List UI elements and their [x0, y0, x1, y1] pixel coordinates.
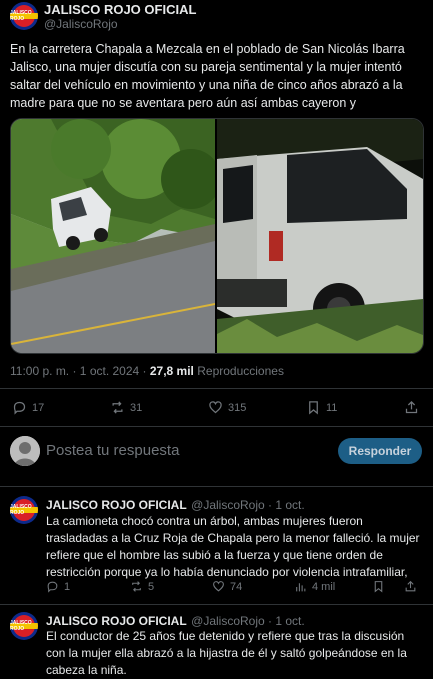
post-meta: 11:00 p. m. · 1 oct. 2024 · 27,8 mil Rep… — [10, 364, 284, 378]
reply-button[interactable]: 1 — [46, 580, 70, 593]
reply-author-handle[interactable]: @JaliscoRojo · 1 oct. — [191, 498, 305, 512]
views-count: 4 mil — [312, 580, 336, 593]
post-text: En la carretera Chapala a Mezcala en el … — [10, 42, 405, 110]
like-count: 74 — [230, 580, 243, 593]
reply-icon — [47, 581, 58, 593]
share-icon — [405, 580, 416, 592]
share-button[interactable] — [404, 400, 419, 415]
author-handle[interactable]: @JaliscoRojo — [44, 17, 118, 31]
reply-actions: 1 5 74 4 mil — [0, 580, 433, 596]
post-time[interactable]: 11:00 p. m. · 1 oct. 2024 · — [10, 364, 150, 378]
repost-count: 5 — [148, 580, 155, 593]
bookmark-button[interactable]: 11 — [306, 400, 337, 415]
views-label: Reproducciones — [193, 364, 284, 378]
reply-text: La camioneta chocó contra un árbol, amba… — [46, 514, 420, 579]
reply-count: 1 — [64, 580, 71, 593]
author-name[interactable]: JALISCO ROJO OFICIAL — [44, 2, 196, 17]
heart-icon — [209, 401, 222, 414]
user-avatar[interactable] — [10, 436, 40, 466]
reply-text: El conductor de 25 años fue detenido y r… — [46, 629, 407, 677]
reply-avatar[interactable]: JALISCO ROJO — [10, 612, 38, 640]
analytics-icon — [296, 583, 306, 592]
like-button[interactable]: 315 — [208, 400, 246, 415]
post-actions: 17 31 315 11 — [0, 398, 433, 418]
photo-left-image — [11, 119, 215, 353]
repost-button[interactable]: 5 — [130, 580, 154, 593]
reply-count: 17 — [32, 401, 45, 414]
photo-right-image — [217, 119, 423, 353]
views-count: 27,8 mil — [149, 364, 194, 378]
heart-icon — [213, 581, 224, 592]
photo-left[interactable] — [11, 119, 215, 353]
divider — [0, 426, 433, 427]
reply-input[interactable]: Postea tu respuesta — [46, 442, 179, 459]
user-avatar-image — [10, 436, 40, 466]
reply-button[interactable]: 17 — [12, 400, 44, 415]
reply-author-handle[interactable]: @JaliscoRojo · 1 oct. — [191, 614, 305, 628]
reply-author-name[interactable]: JALISCO ROJO OFICIAL — [46, 498, 187, 512]
repost-count: 31 — [130, 401, 143, 414]
share-icon — [405, 400, 418, 414]
reply-header: JALISCO ROJO OFICIAL @JaliscoRojo · 1 oc… — [46, 496, 305, 514]
bookmark-count: 11 — [326, 401, 338, 414]
share-button[interactable] — [404, 580, 417, 593]
avatar-logo-text: JALISCO ROJO — [10, 10, 32, 22]
avatar-logo-text: JALISCO ROJO — [10, 504, 32, 516]
bookmark-button[interactable] — [372, 580, 385, 593]
repost-icon — [112, 401, 123, 414]
photo-right[interactable] — [217, 119, 423, 353]
repost-button[interactable]: 31 — [110, 400, 142, 415]
bookmark-icon — [374, 581, 383, 593]
post-media[interactable] — [10, 118, 424, 354]
author-avatar[interactable]: JALISCO ROJO — [10, 2, 38, 30]
bookmark-icon — [309, 401, 318, 415]
divider — [0, 486, 433, 487]
avatar-logo-text: JALISCO ROJO — [10, 620, 32, 632]
views-button[interactable]: 4 mil — [294, 580, 335, 593]
reply-submit-button[interactable]: Responder — [338, 438, 422, 464]
like-count: 315 — [228, 401, 247, 414]
divider — [0, 604, 433, 605]
repost-icon — [132, 581, 141, 592]
divider — [0, 388, 433, 389]
reply-icon — [13, 401, 26, 415]
reply-author-name[interactable]: JALISCO ROJO OFICIAL — [46, 614, 187, 628]
like-button[interactable]: 74 — [212, 580, 242, 593]
reply-avatar[interactable]: JALISCO ROJO — [10, 496, 38, 524]
